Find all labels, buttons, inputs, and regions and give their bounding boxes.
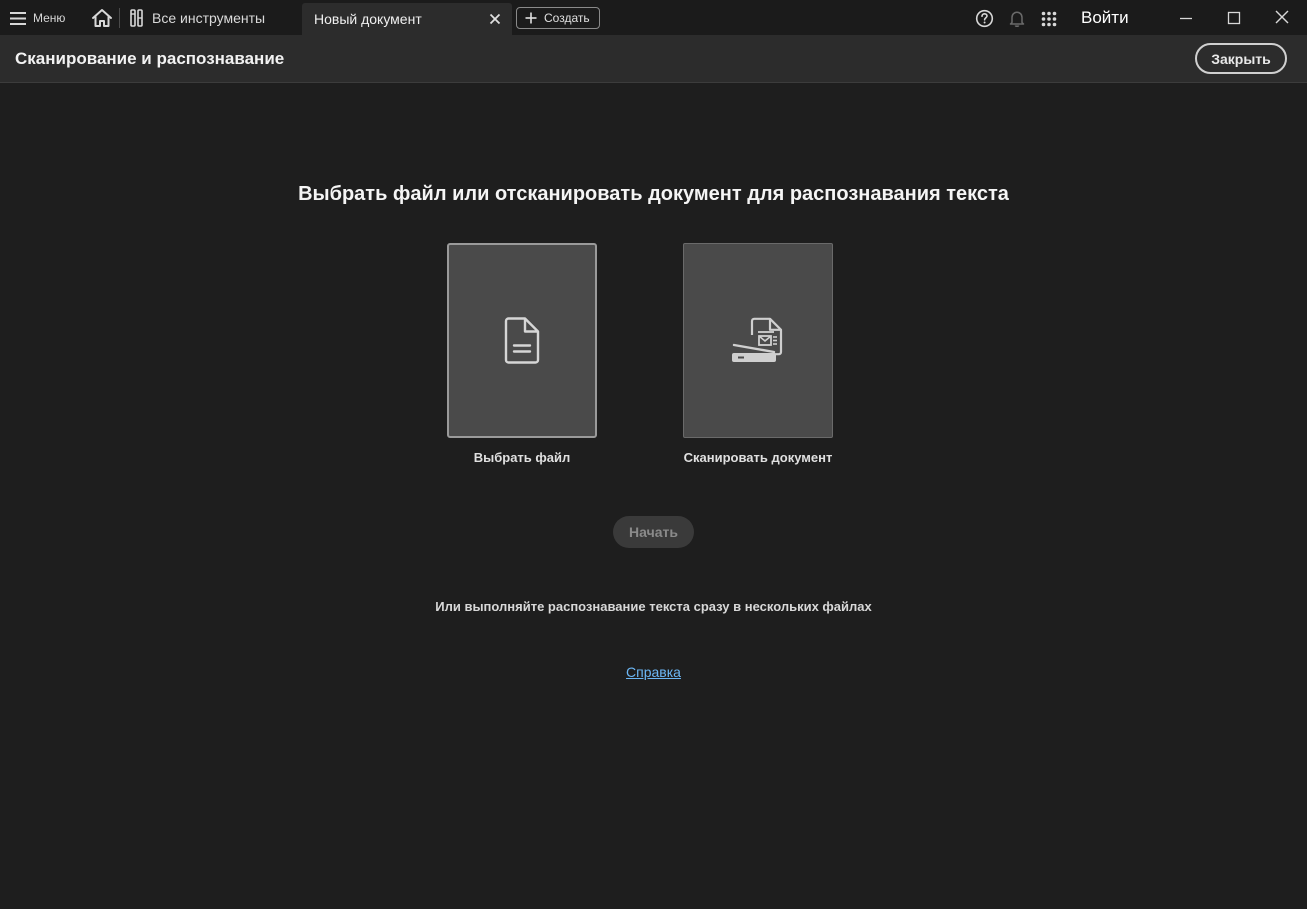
tool-header: Сканирование и распознавание Закрыть [0, 35, 1307, 83]
close-tool-button[interactable]: Закрыть [1195, 43, 1287, 74]
tab-all-tools[interactable]: Все инструменты [130, 0, 265, 35]
window-close-icon[interactable] [1273, 8, 1291, 26]
scanner-icon [732, 317, 783, 362]
page-title: Сканирование и распознавание [15, 49, 285, 68]
tools-icon [130, 8, 143, 27]
document-icon [504, 316, 540, 364]
minimize-icon[interactable] [1177, 9, 1195, 27]
help-link[interactable]: Справка [626, 664, 681, 680]
tab-all-tools-label: Все инструменты [152, 9, 266, 26]
bell-icon[interactable] [1008, 9, 1026, 28]
menu-label: Меню [33, 11, 66, 25]
help-icon[interactable] [975, 9, 994, 28]
toolbar-divider [119, 8, 120, 28]
tab-new-document[interactable]: Новый документ [302, 3, 512, 35]
select-file-label: Выбрать файл [473, 450, 571, 465]
create-button-label: Создать [544, 11, 590, 25]
scan-document-label: Сканировать документ [683, 450, 833, 465]
tab-new-document-label: Новый документ [314, 11, 422, 27]
main-heading: Выбрать файл или отсканировать документ … [298, 183, 1009, 205]
close-tab-icon[interactable] [488, 12, 502, 26]
menu-button[interactable]: Меню [10, 6, 65, 30]
maximize-icon[interactable] [1225, 9, 1243, 27]
start-button[interactable]: Начать [613, 516, 694, 548]
hamburger-icon [10, 11, 26, 25]
help-link-container: Справка [0, 664, 1307, 682]
select-file-card[interactable] [447, 243, 597, 438]
batch-recognition-text: Или выполняйте распознавание текста сраз… [435, 599, 872, 614]
title-bar: Меню Все инструменты Новый документ Созд… [0, 0, 1307, 35]
sign-in-button[interactable]: Войти [1081, 8, 1129, 28]
scan-document-card[interactable] [683, 243, 833, 438]
create-button[interactable]: Создать [516, 7, 600, 29]
home-icon[interactable] [90, 7, 114, 29]
apps-grid-icon[interactable] [1041, 11, 1057, 27]
plus-icon [525, 12, 537, 24]
